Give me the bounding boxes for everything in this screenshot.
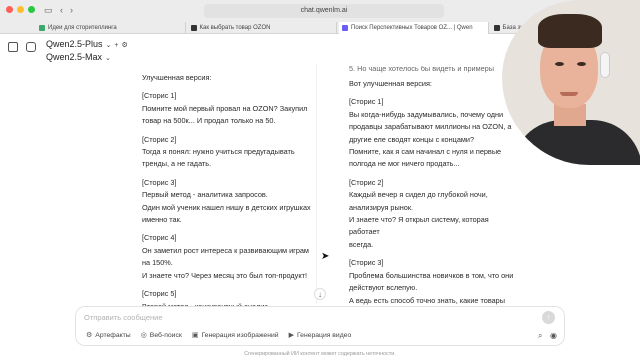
tab-qwen-active[interactable]: Поиск Перспективных Товаров OZ... | Qwen — [339, 22, 489, 34]
presenter-mouth — [560, 92, 578, 96]
right-response-body: [Сторис 1] Вы когда-нибудь задумывались, … — [349, 96, 519, 337]
story-line: продавцы зарабатывают миллионы на OZON, … — [349, 122, 512, 132]
chevron-down-icon: ⌄ — [105, 42, 112, 49]
right-response-column: 5. Но чаще хотелось бы видеть и примеры … — [349, 66, 519, 338]
tool-label: Веб-поиск — [149, 331, 182, 339]
story-label: [Сторис 4] — [142, 233, 177, 243]
send-button[interactable]: ↑ — [542, 311, 555, 324]
story-line: всегда. — [349, 239, 374, 249]
video-generation-button[interactable]: ▶ Генерация видео — [288, 331, 352, 340]
add-model-icon[interactable]: + — [114, 42, 118, 49]
story-line: Вы когда-нибудь задумывались, почему одн… — [349, 109, 504, 119]
story-line: Проблема большинства новичков в том, что… — [349, 270, 514, 280]
story-label: [Сторис 1] — [142, 91, 177, 101]
story-line: Помните, как я сам начинал с нуля и перв… — [349, 147, 502, 157]
model-selector-primary[interactable]: Qwen2.5-Plus ⌄ + ⚙ — [46, 39, 128, 49]
settings-icon[interactable]: ⚙ — [122, 42, 128, 49]
back-icon[interactable]: ‹ — [60, 5, 63, 15]
story-label: [Сторис 3] — [349, 258, 384, 268]
new-chat-icon[interactable] — [26, 42, 36, 52]
presenter-hair — [538, 14, 602, 48]
sidebar-open-icon[interactable] — [8, 42, 18, 52]
story-line: Он заметил рост интереса к развивающим и… — [142, 245, 309, 255]
model-name: Qwen2.5-Max — [46, 52, 103, 62]
forward-icon[interactable]: › — [70, 5, 73, 15]
arrow-down-icon: ↓ — [318, 290, 322, 299]
tab-favicon-icon — [493, 25, 500, 31]
story-line: Тогда я понял: нужно учиться предугадыва… — [142, 147, 295, 157]
story-line: на 150%. — [142, 258, 173, 268]
ai-disclaimer: Сгенерированный ИИ контент может содержа… — [244, 351, 396, 357]
webcam-overlay — [502, 0, 640, 165]
story-label: [Сторис 3] — [142, 177, 177, 187]
artifacts-icon: ⚙ — [86, 332, 93, 339]
story-line: Помните мой первый провал на OZON? Закуп… — [142, 103, 308, 113]
address-bar[interactable]: chat.qwenlm.ai — [204, 4, 444, 18]
tool-label: Генерация изображений — [201, 331, 279, 339]
tool-label: Артефакты — [95, 331, 131, 339]
story-line: товар на 500к... И продал только на 50. — [142, 116, 276, 126]
artifacts-button[interactable]: ⚙ Артефакты — [86, 331, 131, 340]
story-line: И знаете что? Через месяц это был топ-пр… — [142, 270, 307, 280]
message-composer[interactable] — [75, 306, 565, 346]
model-selector-secondary[interactable]: Qwen2.5-Max ⌄ — [46, 52, 111, 62]
presenter-shirt — [512, 120, 640, 165]
camera-icon[interactable]: ◉ — [550, 331, 557, 340]
presenter-eye — [577, 62, 586, 66]
story-label: [Сторис 5] — [142, 289, 177, 299]
tab-favicon-icon — [39, 25, 45, 31]
story-line: полгода не мог ничего продать... — [349, 159, 460, 169]
story-line: И знаете что? Я открыл систему, которая … — [349, 215, 489, 237]
tab-label: Идеи для сторителлинга — [48, 25, 117, 31]
chevron-down-icon: ⌄ — [105, 55, 111, 62]
story-label: [Сторис 2] — [349, 177, 384, 187]
close-window-icon[interactable] — [6, 6, 13, 13]
scroll-down-button[interactable]: ↓ — [314, 288, 326, 300]
story-label: [Сторис 1] — [349, 97, 384, 107]
tab-label: Поиск Перспективных Товаров OZ... | Qwen — [351, 25, 473, 31]
video-icon: ▶ — [288, 332, 294, 339]
attach-icon[interactable]: ⌕ — [538, 331, 542, 341]
story-line: анализируя рынок. — [349, 202, 414, 212]
sidebar-toggle-icon[interactable]: ▭ — [44, 5, 53, 16]
web-search-button[interactable]: ◎ Веб-поиск — [140, 331, 182, 340]
presenter-eye — [555, 62, 564, 66]
maximize-window-icon[interactable] — [28, 6, 35, 13]
arrow-up-icon: ↑ — [546, 313, 551, 322]
tab-favicon-icon — [342, 25, 348, 31]
left-response-body: [Сторис 1] Помните мой первый провал на O… — [142, 90, 312, 325]
story-line: Каждый вечер я сидел до глубокой ночи, — [349, 190, 488, 200]
left-response-column: Улучшенная версия: [Сторис 1] Помните мой… — [142, 72, 312, 325]
image-icon: ▣ — [191, 332, 199, 339]
model-name: Qwen2.5-Plus — [46, 39, 103, 49]
composer-toolbar: ⚙ Артефакты ◎ Веб-поиск ▣ Генерация изображ… — [86, 331, 352, 340]
mouse-cursor-icon: ➤ — [321, 251, 330, 262]
minimize-window-icon[interactable] — [17, 6, 24, 13]
story-label: [Сторис 2] — [142, 134, 177, 144]
story-line: именно так. — [142, 215, 182, 225]
story-line: другие еле сводят концы с концами? — [349, 134, 475, 144]
url-text: chat.qwenlm.ai — [300, 7, 348, 14]
message-input[interactable]: Отправить сообщение — [84, 313, 163, 322]
column-divider — [316, 64, 317, 304]
story-line: тренды, а не гадать. — [142, 159, 212, 169]
image-generation-button[interactable]: ▣ Генерация изображений — [191, 331, 279, 340]
truncated-line: 5. Но чаще хотелось бы видеть и примеры — [349, 66, 494, 73]
tool-label: Генерация видео — [296, 331, 352, 339]
tab-storytelling[interactable]: Идеи для сторителлинга — [36, 22, 186, 34]
tab-favicon-icon — [190, 25, 197, 31]
earbud-icon — [600, 52, 610, 78]
response-heading: Вот улучшенная версия: — [349, 79, 432, 88]
story-line: Один мой ученик нашел нишу в детских игр… — [142, 202, 311, 212]
tab-label: Как выбрать товар OZON — [199, 25, 271, 31]
globe-icon: ◎ — [140, 332, 147, 339]
window-controls[interactable] — [6, 6, 35, 13]
story-line: Первый метод - аналитика запросов. — [142, 190, 268, 200]
story-line: действуют вслепую. — [349, 283, 418, 293]
tab-ozon-product[interactable]: Как выбрать товар OZON — [188, 22, 337, 34]
response-heading: Улучшенная версия: — [142, 73, 212, 82]
